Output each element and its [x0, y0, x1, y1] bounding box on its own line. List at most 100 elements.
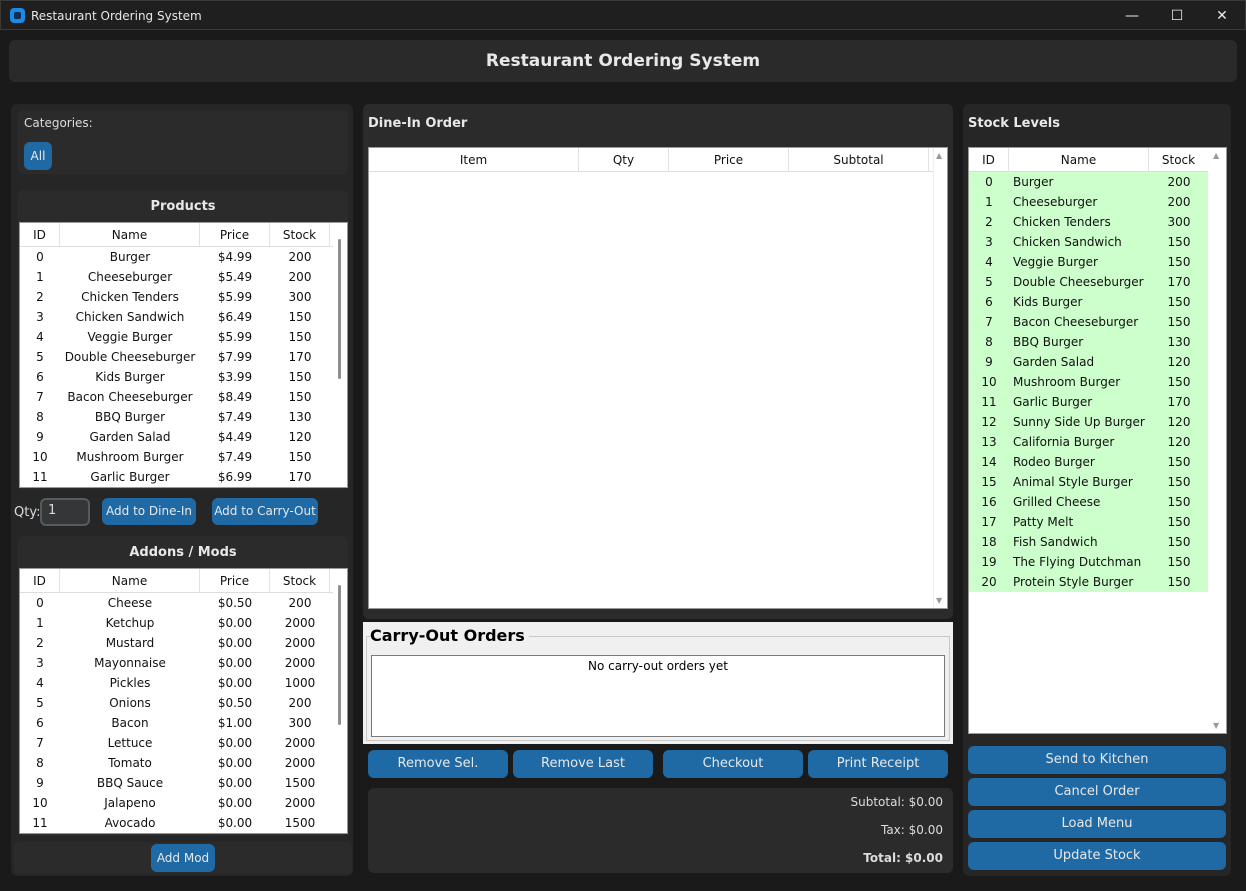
update-stock-button[interactable]: Update Stock: [968, 842, 1226, 870]
add-to-carry-out-button[interactable]: Add to Carry-Out: [212, 498, 318, 525]
stock-title: Stock Levels: [968, 116, 1060, 131]
table-row[interactable]: 12 Sunny Side Up Burger 120: [969, 412, 1208, 432]
close-button[interactable]: ✕: [1199, 1, 1245, 31]
column-header-price[interactable]: Price: [200, 223, 270, 247]
table-row[interactable]: 3 Chicken Sandwich 150: [969, 232, 1208, 252]
table-row[interactable]: 0 Burger 200: [969, 172, 1208, 192]
table-row[interactable]: 1 Ketchup $0.00 2000: [20, 613, 347, 633]
scroll-down-icon[interactable]: ▼: [936, 596, 942, 605]
column-header-stock[interactable]: Stock: [270, 569, 330, 593]
table-row[interactable]: 11 Garlic Burger $6.99 170: [20, 467, 347, 487]
table-row[interactable]: 7 Lettuce $0.00 2000: [20, 733, 347, 753]
stock-scrollbar[interactable]: ▲ ▼: [1208, 148, 1226, 733]
table-row[interactable]: 11 Garlic Burger 170: [969, 392, 1208, 412]
stock-table[interactable]: ID Name Stock 0 Burger 200 1 Cheeseburger 200…: [968, 147, 1227, 734]
add-to-dine-in-button[interactable]: Add to Dine-In: [102, 498, 196, 525]
table-row[interactable]: 5 Double Cheeseburger 170: [969, 272, 1208, 292]
table-row[interactable]: 0 Burger $4.99 200: [20, 247, 347, 267]
remove-selected-button[interactable]: Remove Sel.: [368, 750, 508, 778]
cell-id: 14: [981, 455, 997, 469]
column-header-item[interactable]: Item: [369, 148, 579, 172]
table-row[interactable]: 4 Pickles $0.00 1000: [20, 673, 347, 693]
table-row[interactable]: 6 Bacon $1.00 300: [20, 713, 347, 733]
cancel-order-button[interactable]: Cancel Order: [968, 778, 1226, 806]
column-header-subtotal[interactable]: Subtotal: [789, 148, 929, 172]
column-header-name[interactable]: Name: [60, 569, 200, 593]
minimize-button[interactable]: —: [1109, 1, 1155, 31]
table-row[interactable]: 4 Veggie Burger $5.99 150: [20, 327, 347, 347]
column-header-stock[interactable]: Stock: [270, 223, 330, 247]
addons-table[interactable]: ID Name Price Stock 0 Cheese $0.50 200 1 Ketc…: [19, 568, 348, 834]
column-header-name[interactable]: Name: [1009, 148, 1149, 172]
table-row[interactable]: 1 Cheeseburger $5.49 200: [20, 267, 347, 287]
load-menu-button[interactable]: Load Menu: [968, 810, 1226, 838]
cell-stock: 1500: [284, 816, 316, 830]
column-header-id[interactable]: ID: [20, 223, 60, 247]
table-row[interactable]: 3 Mayonnaise $0.00 2000: [20, 653, 347, 673]
category-all-button[interactable]: All: [24, 142, 52, 170]
column-header-price[interactable]: Price: [200, 569, 270, 593]
table-row[interactable]: 7 Bacon Cheeseburger 150: [969, 312, 1208, 332]
table-row[interactable]: 9 Garden Salad 120: [969, 352, 1208, 372]
table-row[interactable]: 0 Cheese $0.50 200: [20, 593, 347, 613]
scrollbar-thumb[interactable]: [338, 585, 341, 725]
table-row[interactable]: 10 Jalapeno $0.00 2000: [20, 793, 347, 813]
table-row[interactable]: 9 BBQ Sauce $0.00 1500: [20, 773, 347, 793]
column-header-id[interactable]: ID: [969, 148, 1009, 172]
print-receipt-button[interactable]: Print Receipt: [808, 750, 948, 778]
add-mod-button[interactable]: Add Mod: [151, 844, 215, 872]
table-row[interactable]: 2 Chicken Tenders 300: [969, 212, 1208, 232]
column-header-price[interactable]: Price: [669, 148, 789, 172]
qty-input[interactable]: 1: [40, 498, 90, 526]
cell-id: 9: [985, 355, 993, 369]
table-row[interactable]: 1 Cheeseburger 200: [969, 192, 1208, 212]
cell-price: $7.49: [217, 410, 253, 424]
addons-scrollbar[interactable]: [333, 569, 347, 833]
cell-stock: 200: [1167, 195, 1191, 209]
column-header-qty[interactable]: Qty: [579, 148, 669, 172]
checkout-button[interactable]: Checkout: [663, 750, 803, 778]
table-row[interactable]: 10 Mushroom Burger 150: [969, 372, 1208, 392]
table-row[interactable]: 6 Kids Burger $3.99 150: [20, 367, 347, 387]
carry-out-list[interactable]: No carry-out orders yet: [371, 655, 945, 737]
table-row[interactable]: 18 Fish Sandwich 150: [969, 532, 1208, 552]
products-scrollbar[interactable]: [333, 223, 347, 487]
table-row[interactable]: 6 Kids Burger 150: [969, 292, 1208, 312]
column-header-stock[interactable]: Stock: [1149, 148, 1209, 172]
table-row[interactable]: 8 BBQ Burger $7.49 130: [20, 407, 347, 427]
table-row[interactable]: 8 BBQ Burger 130: [969, 332, 1208, 352]
table-row[interactable]: 2 Mustard $0.00 2000: [20, 633, 347, 653]
dine-in-table[interactable]: Item Qty Price Subtotal ▲ ▼: [368, 147, 948, 609]
column-header-name[interactable]: Name: [60, 223, 200, 247]
table-row[interactable]: 17 Patty Melt 150: [969, 512, 1208, 532]
maximize-button[interactable]: ☐: [1154, 1, 1200, 31]
table-row[interactable]: 14 Rodeo Burger 150: [969, 452, 1208, 472]
scroll-down-icon[interactable]: ▼: [1213, 721, 1219, 730]
table-row[interactable]: 15 Animal Style Burger 150: [969, 472, 1208, 492]
dine-in-scrollbar[interactable]: ▲ ▼: [933, 148, 947, 608]
cell-stock: 120: [1167, 355, 1191, 369]
send-to-kitchen-button[interactable]: Send to Kitchen: [968, 746, 1226, 774]
remove-last-button[interactable]: Remove Last: [513, 750, 653, 778]
table-row[interactable]: 19 The Flying Dutchman 150: [969, 552, 1208, 572]
cell-id: 17: [981, 515, 997, 529]
table-row[interactable]: 20 Protein Style Burger 150: [969, 572, 1208, 592]
table-row[interactable]: 10 Mushroom Burger $7.49 150: [20, 447, 347, 467]
table-row[interactable]: 4 Veggie Burger 150: [969, 252, 1208, 272]
table-row[interactable]: 2 Chicken Tenders $5.99 300: [20, 287, 347, 307]
table-row[interactable]: 13 California Burger 120: [969, 432, 1208, 452]
table-row[interactable]: 3 Chicken Sandwich $6.49 150: [20, 307, 347, 327]
table-row[interactable]: 5 Double Cheeseburger $7.99 170: [20, 347, 347, 367]
table-row[interactable]: 11 Avocado $0.00 1500: [20, 813, 347, 833]
cell-id: 9: [36, 430, 44, 444]
scroll-up-icon[interactable]: ▲: [1213, 151, 1219, 160]
table-row[interactable]: 7 Bacon Cheeseburger $8.49 150: [20, 387, 347, 407]
scrollbar-thumb[interactable]: [338, 239, 341, 379]
table-row[interactable]: 16 Grilled Cheese 150: [969, 492, 1208, 512]
scroll-up-icon[interactable]: ▲: [936, 151, 942, 160]
table-row[interactable]: 8 Tomato $0.00 2000: [20, 753, 347, 773]
table-row[interactable]: 5 Onions $0.50 200: [20, 693, 347, 713]
products-table[interactable]: ID Name Price Stock 0 Burger $4.99 200 1 Chee…: [19, 222, 348, 488]
column-header-id[interactable]: ID: [20, 569, 60, 593]
table-row[interactable]: 9 Garden Salad $4.49 120: [20, 427, 347, 447]
